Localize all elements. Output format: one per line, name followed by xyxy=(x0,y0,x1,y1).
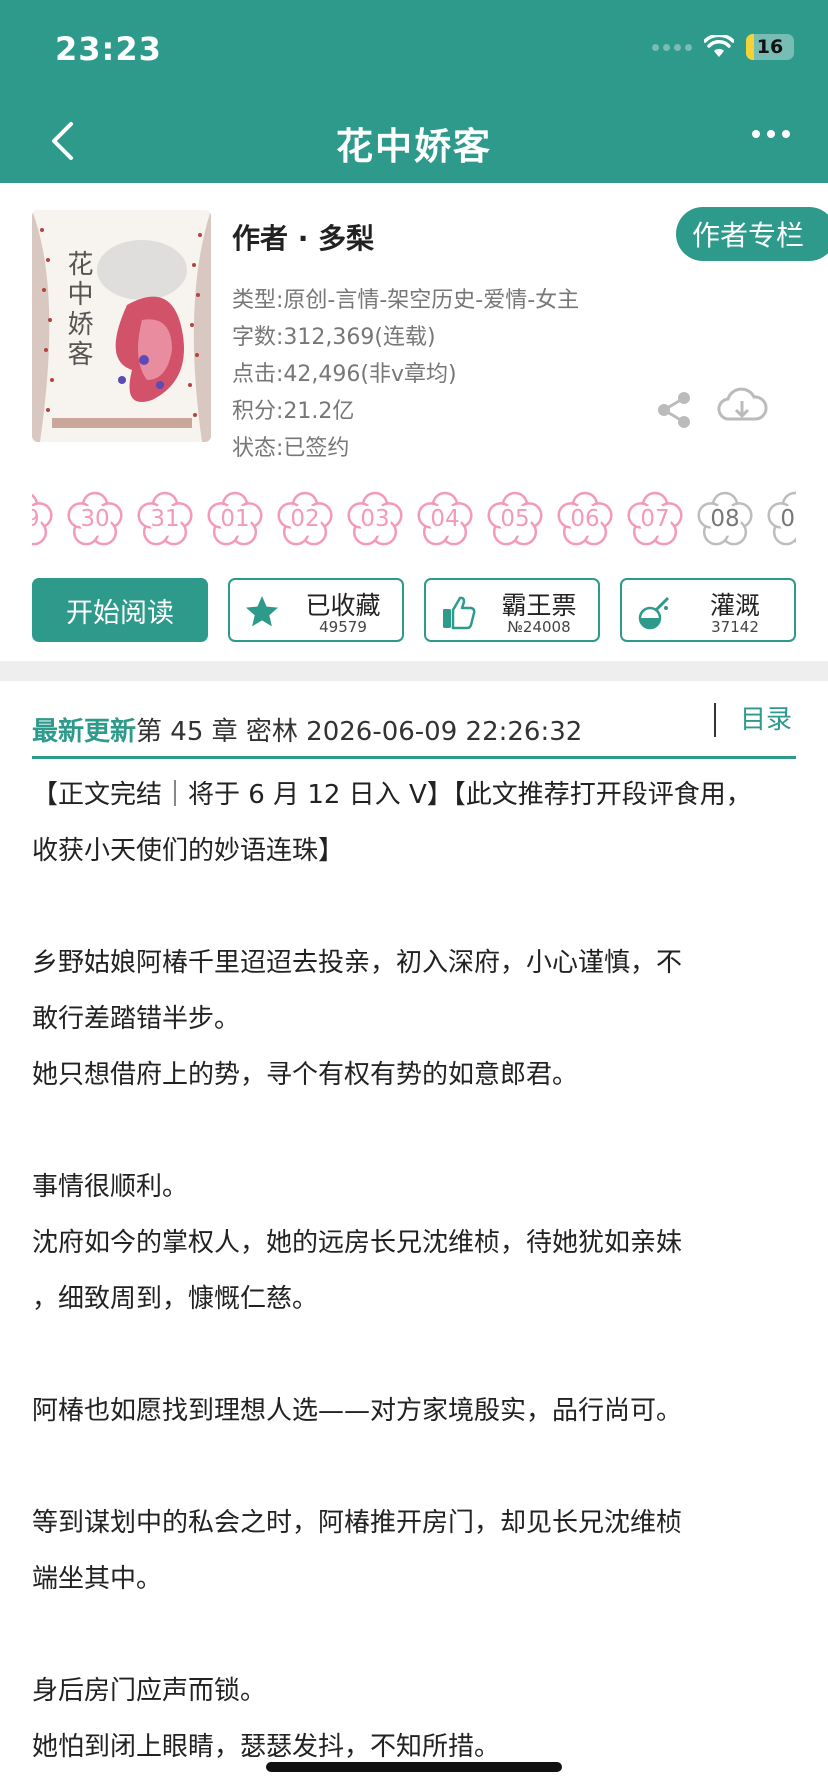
favorite-button[interactable]: 已收藏 49579 xyxy=(228,578,404,642)
irrigate-label: 灌溉 xyxy=(709,591,760,620)
overlord-ticket-button[interactable]: 霸王票 №24008 xyxy=(424,578,600,642)
favorite-count: 49579 xyxy=(319,618,367,636)
synopsis-line: 收获小天使们的妙语连珠】 xyxy=(32,836,345,866)
start-reading-button[interactable]: 开始阅读 xyxy=(32,578,208,642)
wifi-icon xyxy=(704,35,734,57)
download-button[interactable] xyxy=(716,385,768,431)
flower-day[interactable]: 30 xyxy=(65,489,125,549)
synopsis-line: 乡野姑娘阿椿千里迢迢去投亲，初入深府，小心谨慎，不 xyxy=(32,948,683,978)
accent-divider xyxy=(32,756,796,759)
flower-day[interactable]: 06 xyxy=(555,489,615,549)
flower-day-number: 01 xyxy=(220,506,250,532)
flower-day[interactable]: 01 xyxy=(205,489,265,549)
flower-day[interactable]: 04 xyxy=(415,489,475,549)
flower-day-number: 03 xyxy=(360,506,390,532)
latest-chapter-info: 第 45 章 密林 2026-06-09 22:26:32 xyxy=(136,716,583,747)
synopsis-line: 【正文完结｜将于 6 月 12 日入 V】【此文推荐打开段评食用， xyxy=(32,780,752,810)
favorite-label: 已收藏 xyxy=(305,591,381,620)
toc-separator xyxy=(714,703,716,737)
cloud-download-icon xyxy=(717,387,768,421)
section-divider xyxy=(0,661,828,681)
thumbs-up-icon xyxy=(443,596,476,630)
cover-title: 花中娇客 xyxy=(63,250,93,370)
irrigate-button[interactable]: 灌溉 37142 xyxy=(620,578,796,642)
status-time: 23:23 xyxy=(55,30,162,68)
flower-day-number: 04 xyxy=(430,506,460,532)
meta-word-count: 字数:312,369(连载) xyxy=(232,325,436,350)
flower-day-number: 05 xyxy=(500,506,530,532)
synopsis-line: 敢行差踏错半步。 xyxy=(32,1004,241,1034)
flower-day-number: 06 xyxy=(570,506,600,532)
flower-day[interactable]: 03 xyxy=(345,489,405,549)
synopsis-line: 身后房门应声而锁。 xyxy=(32,1676,267,1706)
potion-flask-icon xyxy=(638,596,670,630)
cellular-signal-icon xyxy=(652,43,692,51)
flower-day-number: 31 xyxy=(150,506,180,532)
synopsis-card: 最新更新 第 45 章 密林 2026-06-09 22:26:32 目录 【正… xyxy=(0,681,828,1792)
flower-day[interactable]: 07 xyxy=(625,489,685,549)
overlord-ticket-label: 霸王票 xyxy=(501,591,577,620)
flower-day-number: 02 xyxy=(290,506,320,532)
latest-update-row[interactable]: 最新更新 第 45 章 密林 2026-06-09 22:26:32 xyxy=(32,701,796,757)
flower-day[interactable]: 29 xyxy=(32,489,55,549)
home-indicator xyxy=(266,1762,562,1772)
book-cover[interactable]: 花中娇客 xyxy=(32,210,211,442)
flower-calendar-strip: 29 30 31 01 02 03 04 05 06 07 08 09 xyxy=(32,483,796,555)
overlord-ticket-count: №24008 xyxy=(507,618,571,636)
flower-day[interactable]: 02 xyxy=(275,489,335,549)
flower-day-number: 30 xyxy=(80,506,110,532)
book-info-card: 花中娇客 作者 · 多梨 作者专栏 类型:原创-言情-架空历史-爱情-女主 字数… xyxy=(0,183,828,661)
more-button[interactable] xyxy=(752,130,790,138)
flower-day[interactable]: 09 xyxy=(765,489,796,549)
synopsis-line: 等到谋划中的私会之时，阿椿推开房门，却见长兄沈维桢 xyxy=(32,1508,683,1538)
flower-day[interactable]: 08 xyxy=(695,489,755,549)
top-bar: 23:23 16 花中娇客 xyxy=(0,0,828,183)
status-icons: 16 xyxy=(652,34,794,60)
flower-day[interactable]: 05 xyxy=(485,489,545,549)
author-column-button[interactable]: 作者专栏 xyxy=(676,207,828,261)
more-dots-icon xyxy=(752,130,760,138)
author-name[interactable]: 作者 · 多梨 xyxy=(232,217,374,257)
meta-status: 状态:已签约 xyxy=(232,436,350,461)
battery-level: 16 xyxy=(756,36,784,58)
synopsis-line: 端坐其中。 xyxy=(32,1564,163,1594)
synopsis-line: ，细致周到，慷慨仁慈。 xyxy=(32,1284,319,1314)
battery-icon: 16 xyxy=(746,34,794,60)
meta-clicks: 点击:42,496(非v章均) xyxy=(232,362,457,387)
flower-day-number: 29 xyxy=(32,506,40,532)
meta-score: 积分:21.2亿 xyxy=(232,399,355,424)
table-of-contents-link[interactable]: 目录 xyxy=(740,699,792,736)
action-row: 开始阅读 已收藏 49579 霸王票 №24008 灌溉 37142 xyxy=(32,578,796,642)
synopsis-line: 阿椿也如愿找到理想人选——对方家境殷实，品行尚可。 xyxy=(32,1396,683,1426)
flower-day-number: 07 xyxy=(640,506,670,532)
synopsis-line: 她只想借府上的势，寻个有权有势的如意郎君。 xyxy=(32,1060,579,1090)
flower-day[interactable]: 31 xyxy=(135,489,195,549)
irrigate-count: 37142 xyxy=(711,618,759,636)
star-icon xyxy=(246,596,278,627)
synopsis-line: 沈府如今的掌权人，她的远房长兄沈维桢，待她犹如亲妹 xyxy=(32,1228,683,1258)
meta-category: 类型:原创-言情-架空历史-爱情-女主 xyxy=(232,288,580,313)
latest-update-label: 最新更新 xyxy=(32,716,137,747)
flower-day-number: 08 xyxy=(710,506,740,532)
cover-artwork xyxy=(32,210,211,442)
page-title: 花中娇客 xyxy=(336,125,492,168)
synopsis-line: 事情很顺利。 xyxy=(32,1172,189,1202)
flower-day-number: 09 xyxy=(780,506,796,532)
share-button[interactable] xyxy=(654,390,694,434)
share-icon xyxy=(658,392,690,428)
